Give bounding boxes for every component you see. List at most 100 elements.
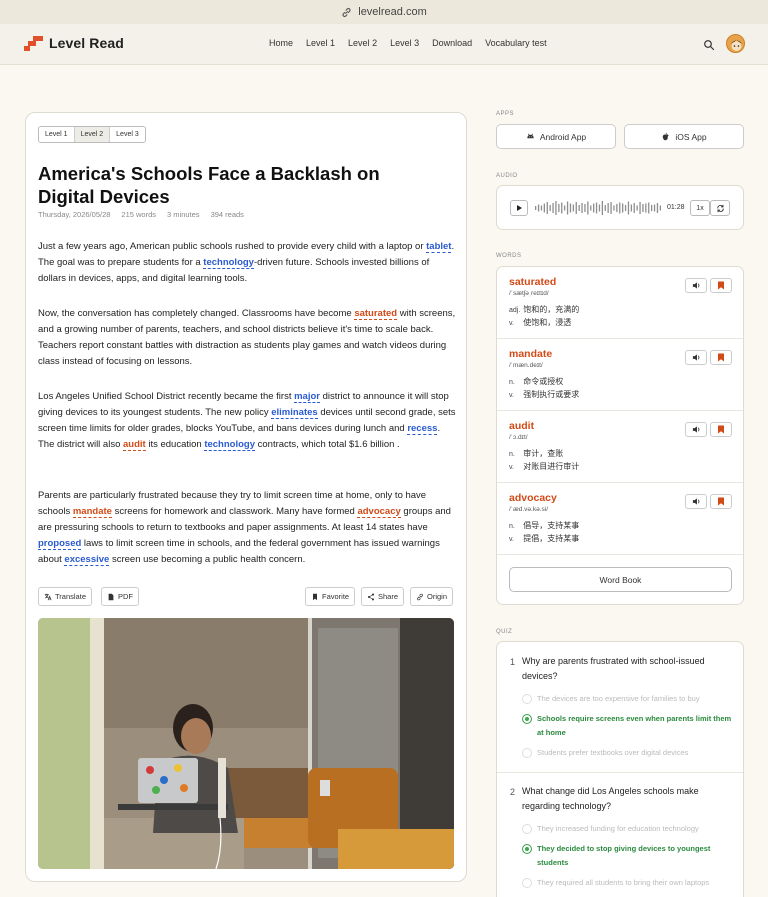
part-of-speech: v. <box>509 392 514 399</box>
quiz-option[interactable]: Schools require screens even when parent… <box>522 712 732 740</box>
url-bar[interactable]: levelread.com <box>0 0 768 24</box>
word-phonetic: /ˈsætʃəˌreɪtɪd/ <box>509 290 549 297</box>
translate-button[interactable]: Translate <box>38 587 92 606</box>
loop-button[interactable] <box>710 200 730 216</box>
level-tab-1[interactable]: Level 1 <box>39 127 75 142</box>
translate-icon <box>44 593 52 600</box>
question-text: What change did Los Angeles schools make… <box>522 786 699 811</box>
article-meta: Thursday, 2026/05/28 215 words 3 minutes… <box>38 210 244 219</box>
bookmark-word-button[interactable] <box>710 494 732 509</box>
brand-name: Level Read <box>49 35 124 51</box>
android-app-button[interactable]: Android App <box>496 124 616 149</box>
audio-waveform[interactable] <box>535 200 662 216</box>
waveform-bar <box>607 203 609 213</box>
vocab-word-link[interactable]: eliminates <box>271 407 318 420</box>
nav-level-1[interactable]: Level 1 <box>306 38 335 48</box>
vocab-word-link[interactable]: proposed <box>38 538 82 551</box>
favorite-button[interactable]: Favorite <box>305 587 356 606</box>
playback-speed-button[interactable]: 1x <box>690 200 710 216</box>
nav-level-3[interactable]: Level 3 <box>390 38 419 48</box>
nav-level-2[interactable]: Level 2 <box>348 38 377 48</box>
definition-text: 命令或授权 <box>523 377 564 386</box>
speaker-icon <box>692 282 699 289</box>
quiz-option[interactable]: They increased funding for education tec… <box>522 822 732 836</box>
waveform-bar <box>633 203 635 213</box>
waveform-bar <box>648 202 650 214</box>
vocab-word-link[interactable]: tablet <box>426 241 452 253</box>
bookmark-word-button[interactable] <box>710 422 732 437</box>
part-of-speech: v. <box>509 464 514 471</box>
pdf-button[interactable]: PDF <box>101 587 139 606</box>
url-text: levelread.com <box>358 6 427 18</box>
word-title[interactable]: mandate <box>509 348 552 360</box>
waveform-bar <box>630 204 632 212</box>
nav-home[interactable]: Home <box>269 38 293 48</box>
vocab-word-link[interactable]: saturated <box>354 308 398 320</box>
share-button[interactable]: Share <box>361 587 405 606</box>
origin-button[interactable]: Origin <box>410 587 454 606</box>
pronounce-button[interactable] <box>685 350 707 365</box>
waveform-bar <box>651 205 653 211</box>
waveform-bar <box>543 203 545 213</box>
part-of-speech: adj. <box>509 307 521 314</box>
pronounce-button[interactable] <box>685 494 707 509</box>
waveform-bar <box>584 204 586 212</box>
waveform-bar <box>642 204 644 212</box>
quiz-option[interactable]: They decided to stop giving devices to y… <box>522 842 732 870</box>
pronounce-button[interactable] <box>685 278 707 293</box>
level-tab-2[interactable]: Level 2 <box>74 127 111 142</box>
word-book-button[interactable]: Word Book <box>509 567 732 592</box>
avatar[interactable] <box>726 34 745 53</box>
bookmark-word-button[interactable] <box>710 350 732 365</box>
share-label: Share <box>378 592 399 601</box>
speaker-icon <box>692 498 699 505</box>
waveform-bar <box>569 203 572 213</box>
waveform-bar <box>558 204 560 212</box>
vocab-word-link[interactable]: audit <box>123 439 146 452</box>
waveform-bar <box>610 202 612 214</box>
vocab-word-link[interactable]: mandate <box>72 506 112 519</box>
ios-app-button[interactable]: iOS App <box>624 124 744 149</box>
quiz-option[interactable]: The devices are too expensive for famili… <box>522 692 732 706</box>
vocab-word-link[interactable]: technology <box>203 257 254 270</box>
origin-label: Origin <box>427 592 448 601</box>
logo[interactable]: Level Read <box>24 35 124 51</box>
vocab-word-link[interactable]: recess <box>407 423 438 436</box>
vocab-word-link[interactable]: excessive <box>64 554 110 567</box>
word-item: saturated/ˈsætʃəˌreɪtɪd/adj. 饱和的，充满的 v. 使… <box>497 267 743 339</box>
definition-text: 强制执行或要求 <box>523 390 580 399</box>
play-icon <box>517 205 522 211</box>
word-item: mandate/ˈmæn.deɪt/n. 命令或授权 v. 强制执行或要求 <box>497 339 743 411</box>
divider <box>497 772 743 773</box>
waveform-bar <box>656 203 659 213</box>
share-icon <box>367 593 375 600</box>
bookmark-icon <box>718 281 724 290</box>
translate-label: Translate <box>55 592 86 601</box>
quiz-option[interactable]: Students prefer textbooks over digital d… <box>522 746 732 760</box>
quiz-section-label: QUIZ <box>496 629 513 635</box>
nav-download[interactable]: Download <box>432 38 472 48</box>
vocab-word-link[interactable]: advocacy <box>357 506 401 519</box>
word-definition: n. 审计，查账 <box>509 448 563 459</box>
search-icon[interactable] <box>703 39 715 51</box>
vocab-word-link[interactable]: technology <box>204 439 255 452</box>
bookmark-icon <box>718 425 724 434</box>
quiz-option[interactable]: They required all students to bring thei… <box>522 876 732 890</box>
nav-vocabulary-test[interactable]: Vocabulary test <box>485 38 547 48</box>
vocab-word-link[interactable]: major <box>294 391 320 403</box>
word-title[interactable]: saturated <box>509 276 556 288</box>
waveform-bar <box>653 204 656 212</box>
bookmark-word-button[interactable] <box>710 278 732 293</box>
level-tab-3[interactable]: Level 3 <box>110 127 145 142</box>
word-title[interactable]: advocacy <box>509 492 557 504</box>
article-word-count: 215 words <box>121 210 157 219</box>
waveform-bar <box>619 202 621 214</box>
word-definition: n. 倡导，支持某事 <box>509 520 579 531</box>
bookmark-icon <box>718 497 724 506</box>
definition-text: 倡导，支持某事 <box>523 521 580 530</box>
waveform-bar <box>593 203 595 213</box>
waveform-bar <box>627 201 630 215</box>
play-button[interactable] <box>510 200 528 216</box>
word-title[interactable]: audit <box>509 420 534 432</box>
pronounce-button[interactable] <box>685 422 707 437</box>
